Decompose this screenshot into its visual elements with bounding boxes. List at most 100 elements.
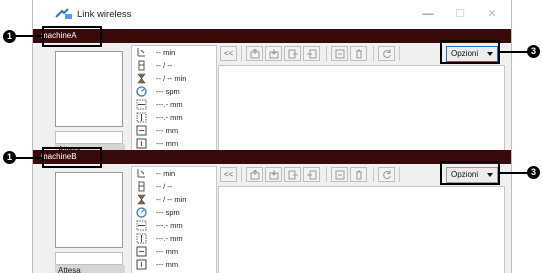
upload-button[interactable] <box>246 46 263 61</box>
maximize-button[interactable]: ☐ <box>445 6 475 22</box>
speed-icon <box>136 86 147 97</box>
thread-spool-icon <box>138 60 145 71</box>
design-preview <box>55 172 123 248</box>
info-row: ---.- mm <box>136 233 214 245</box>
close-button[interactable]: ✕ <box>477 6 507 22</box>
machine-download-icon <box>269 49 279 59</box>
machine-name-highlight <box>42 26 102 47</box>
callout-marker: 3 <box>527 166 540 179</box>
info-value: --- spm <box>156 208 180 217</box>
delete-button[interactable] <box>350 167 367 182</box>
info-row: ---.- mm <box>136 220 214 232</box>
info-value: ---.- mm <box>156 221 183 230</box>
import-button[interactable] <box>331 167 348 182</box>
info-row: -- / -- min <box>136 73 214 85</box>
info-row: --- mm <box>136 259 214 271</box>
callout-marker: 1 <box>3 151 16 164</box>
download-button[interactable] <box>265 167 282 182</box>
design-preview <box>55 51 123 127</box>
status-progress <box>55 131 123 144</box>
info-value: --- mm <box>156 260 179 269</box>
import-design-icon <box>335 170 345 180</box>
hoop-y-icon <box>136 259 147 270</box>
hourglass-icon <box>137 194 146 205</box>
wireless-link-icon <box>55 8 72 19</box>
info-value: --- mm <box>156 126 179 135</box>
minimize-button[interactable]: — <box>413 6 443 22</box>
receive-from-machine-icon <box>307 49 317 59</box>
stitch-count-icon <box>137 169 145 178</box>
options-highlight <box>440 161 500 185</box>
send-button[interactable] <box>284 167 301 182</box>
refresh-icon <box>383 49 391 59</box>
info-row: --- mm <box>136 246 214 258</box>
callout-marker: 3 <box>527 45 540 58</box>
machine-name-highlight <box>42 147 102 168</box>
machine-download-icon <box>269 170 279 180</box>
height-icon <box>136 233 147 244</box>
width-icon <box>136 99 147 110</box>
info-panel: -- min -- / -- -- / -- min --- spm ---.-… <box>131 45 217 157</box>
info-value: -- / -- <box>156 182 173 191</box>
toolbar-separator <box>373 46 374 61</box>
hourglass-icon <box>137 73 146 84</box>
info-value: -- min <box>156 169 176 178</box>
receive-button[interactable] <box>303 46 320 61</box>
toolbar-separator <box>373 167 374 182</box>
toolbar-separator <box>399 167 400 182</box>
info-row: -- / -- min <box>136 194 214 206</box>
hoop-x-icon <box>136 125 147 136</box>
info-value: -- / -- min <box>156 74 187 83</box>
delete-button[interactable] <box>350 46 367 61</box>
design-list[interactable] <box>218 186 505 273</box>
toolbar-separator <box>326 46 327 61</box>
info-row: -- min <box>136 47 214 59</box>
collapse-button[interactable]: << <box>220 46 237 61</box>
info-row: --- mm <box>136 125 214 137</box>
info-value: ---.- mm <box>156 234 183 243</box>
send-to-machine-icon <box>288 170 298 180</box>
design-list[interactable] <box>218 65 505 157</box>
info-row: -- / -- <box>136 60 214 72</box>
info-row: ---.- mm <box>136 99 214 111</box>
info-value: -- min <box>156 48 176 57</box>
toolbar-separator <box>241 167 242 182</box>
info-value: --- mm <box>156 139 179 148</box>
toolbar-separator <box>399 46 400 61</box>
info-value: ---.- mm <box>156 113 183 122</box>
machine-upload-icon <box>250 49 260 59</box>
info-value: --- spm <box>156 87 180 96</box>
receive-button[interactable] <box>303 167 320 182</box>
send-to-machine-icon <box>288 49 298 59</box>
info-row: -- / -- <box>136 181 214 193</box>
info-row: -- min <box>136 168 214 180</box>
width-icon <box>136 220 147 231</box>
refresh-button[interactable] <box>378 46 395 61</box>
trash-icon <box>356 49 362 59</box>
collapse-button[interactable]: << <box>220 167 237 182</box>
refresh-button[interactable] <box>378 167 395 182</box>
info-value: -- / -- min <box>156 195 187 204</box>
send-button[interactable] <box>284 46 301 61</box>
callout-leader <box>16 157 42 159</box>
speed-icon <box>136 207 147 218</box>
toolbar-separator <box>326 167 327 182</box>
stitch-count-icon <box>137 48 145 57</box>
callout-leader <box>500 172 528 174</box>
receive-from-machine-icon <box>307 170 317 180</box>
info-row: --- mm <box>136 138 214 150</box>
info-value: ---.- mm <box>156 100 183 109</box>
info-value: -- / -- <box>156 61 173 70</box>
download-button[interactable] <box>265 46 282 61</box>
status-progress <box>55 252 123 265</box>
upload-button[interactable] <box>246 167 263 182</box>
import-button[interactable] <box>331 46 348 61</box>
callout-marker: 1 <box>3 30 16 43</box>
hoop-x-icon <box>136 246 147 257</box>
info-value: --- mm <box>156 247 179 256</box>
info-panel: -- min -- / -- -- / -- min --- spm ---.-… <box>131 166 217 273</box>
info-row: --- spm <box>136 86 214 98</box>
import-design-icon <box>335 49 345 59</box>
info-row: ---.- mm <box>136 112 214 124</box>
hoop-y-icon <box>136 138 147 149</box>
